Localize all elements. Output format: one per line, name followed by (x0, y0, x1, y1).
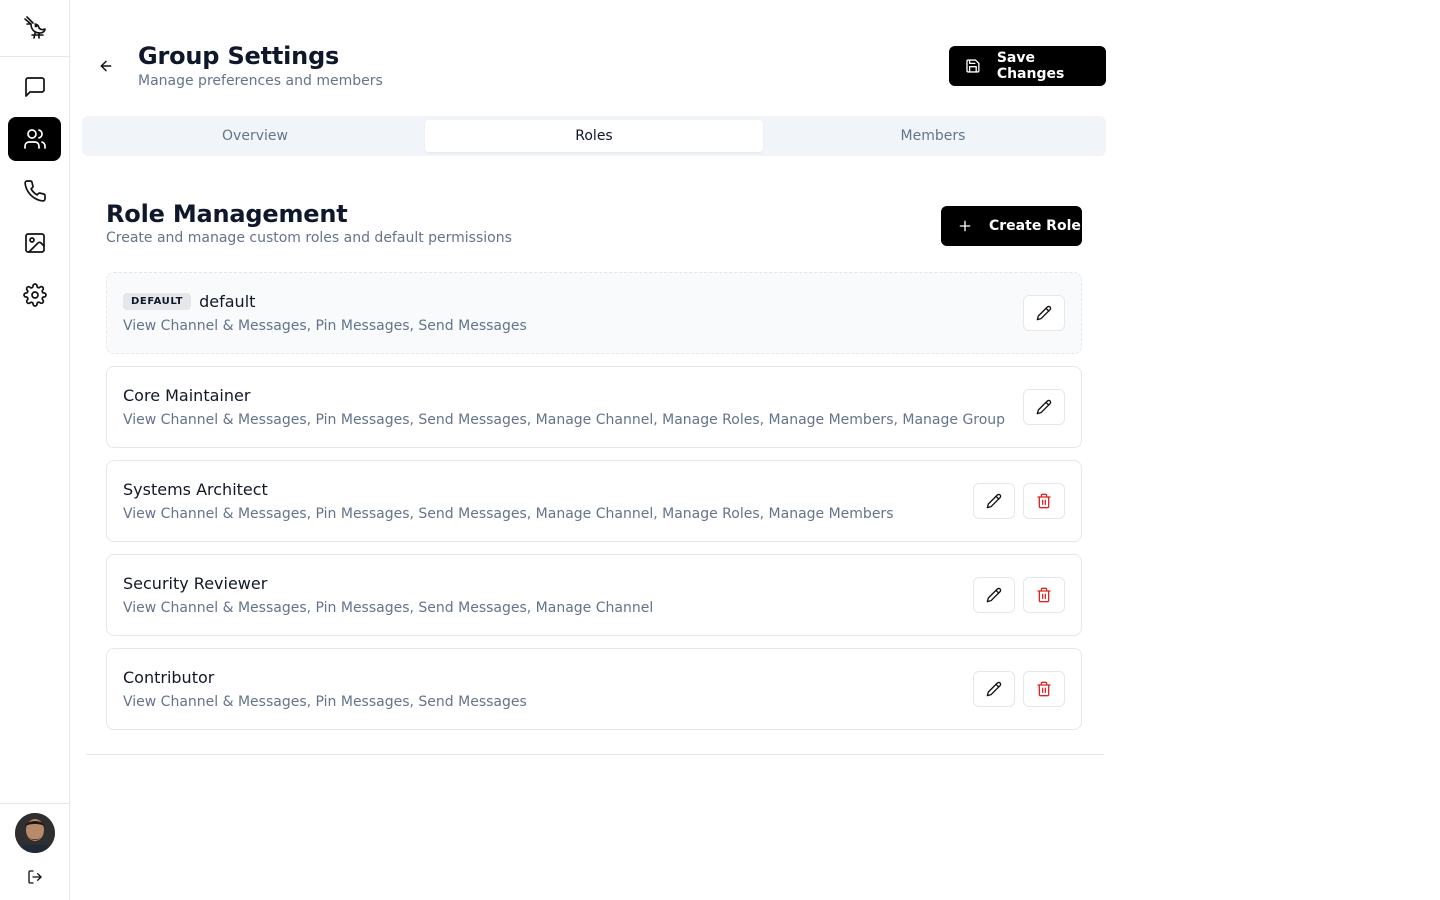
edit-role-button[interactable] (973, 483, 1015, 519)
settings-tabs: Overview Roles Members (82, 116, 1106, 156)
delete-role-button[interactable] (1023, 483, 1065, 519)
page-title: Group Settings (138, 42, 340, 70)
tab-overview[interactable]: Overview (86, 120, 424, 152)
sidebar-footer (0, 803, 69, 900)
role-name-row: Core Maintainer (123, 386, 250, 405)
sidebar-item-calls[interactable] (8, 169, 61, 213)
sidebar-item-groups[interactable] (8, 117, 61, 161)
delete-role-button[interactable] (1023, 671, 1065, 707)
default-badge: DEFAULT (123, 293, 192, 310)
trash-icon (1037, 587, 1051, 603)
role-card-systems-architect: Systems Architect View Channel & Message… (106, 460, 1082, 542)
edit-role-button[interactable] (973, 671, 1015, 707)
role-name: default (199, 292, 256, 311)
image-icon (24, 233, 45, 253)
role-management-title: Role Management (106, 200, 348, 228)
pencil-icon (986, 587, 1002, 603)
role-permissions: View Channel & Messages, Pin Messages, S… (123, 694, 527, 710)
role-name-row: Security Reviewer (123, 574, 267, 593)
avatar[interactable] (15, 813, 55, 853)
edit-role-button[interactable] (1023, 389, 1065, 425)
save-changes-label: Save Changes (996, 50, 1065, 82)
trash-icon (1037, 681, 1051, 697)
create-role-button[interactable]: Create Role (941, 206, 1082, 246)
message-icon (24, 77, 45, 97)
pencil-icon (1036, 305, 1052, 321)
role-management-subtitle: Create and manage custom roles and defau… (106, 230, 512, 246)
trash-icon (1037, 493, 1051, 509)
app-logo[interactable] (0, 0, 69, 57)
save-icon (966, 59, 980, 73)
tab-roles[interactable]: Roles (425, 120, 763, 152)
edit-role-button[interactable] (1023, 295, 1065, 331)
plus-icon (959, 220, 971, 232)
back-button[interactable] (94, 54, 118, 78)
phone-icon (23, 180, 46, 202)
role-card-core-maintainer: Core Maintainer View Channel & Messages,… (106, 366, 1082, 448)
role-card-contributor: Contributor View Channel & Messages, Pin… (106, 648, 1082, 730)
users-icon (23, 129, 46, 149)
role-card-default: DEFAULT default View Channel & Messages,… (106, 272, 1082, 354)
create-role-label: Create Role (989, 218, 1081, 234)
user-avatar-icon (15, 813, 55, 853)
section-divider (86, 754, 1104, 755)
logout-button[interactable] (25, 867, 45, 887)
logout-icon (28, 870, 42, 884)
tab-members[interactable]: Members (764, 120, 1102, 152)
sidebar (0, 0, 70, 900)
arrow-left-icon (100, 60, 112, 72)
sidebar-item-messages[interactable] (8, 65, 61, 109)
save-changes-button[interactable]: Save Changes (949, 46, 1106, 86)
role-permissions: View Channel & Messages, Pin Messages, S… (123, 318, 527, 334)
pencil-icon (986, 681, 1002, 697)
role-name: Systems Architect (123, 480, 268, 499)
pencil-icon (1036, 399, 1052, 415)
role-name: Security Reviewer (123, 574, 268, 593)
delete-role-button[interactable] (1023, 577, 1065, 613)
sidebar-item-media[interactable] (8, 221, 61, 265)
role-card-security-reviewer: Security Reviewer View Channel & Message… (106, 554, 1082, 636)
edit-role-button[interactable] (973, 577, 1015, 613)
role-name-row: DEFAULT default (123, 292, 255, 311)
bird-logo-icon (23, 16, 46, 39)
role-permissions: View Channel & Messages, Pin Messages, S… (123, 600, 654, 616)
page-subtitle: Manage preferences and members (138, 73, 383, 89)
role-name-row: Contributor (123, 668, 214, 687)
role-permissions: View Channel & Messages, Pin Messages, S… (123, 506, 894, 522)
role-name: Core Maintainer (123, 386, 251, 405)
role-permissions: View Channel & Messages, Pin Messages, S… (123, 412, 1006, 428)
role-name-row: Systems Architect (123, 480, 268, 499)
settings-icon (22, 283, 47, 307)
role-name: Contributor (123, 668, 215, 687)
sidebar-item-settings[interactable] (8, 273, 61, 317)
pencil-icon (986, 493, 1002, 509)
